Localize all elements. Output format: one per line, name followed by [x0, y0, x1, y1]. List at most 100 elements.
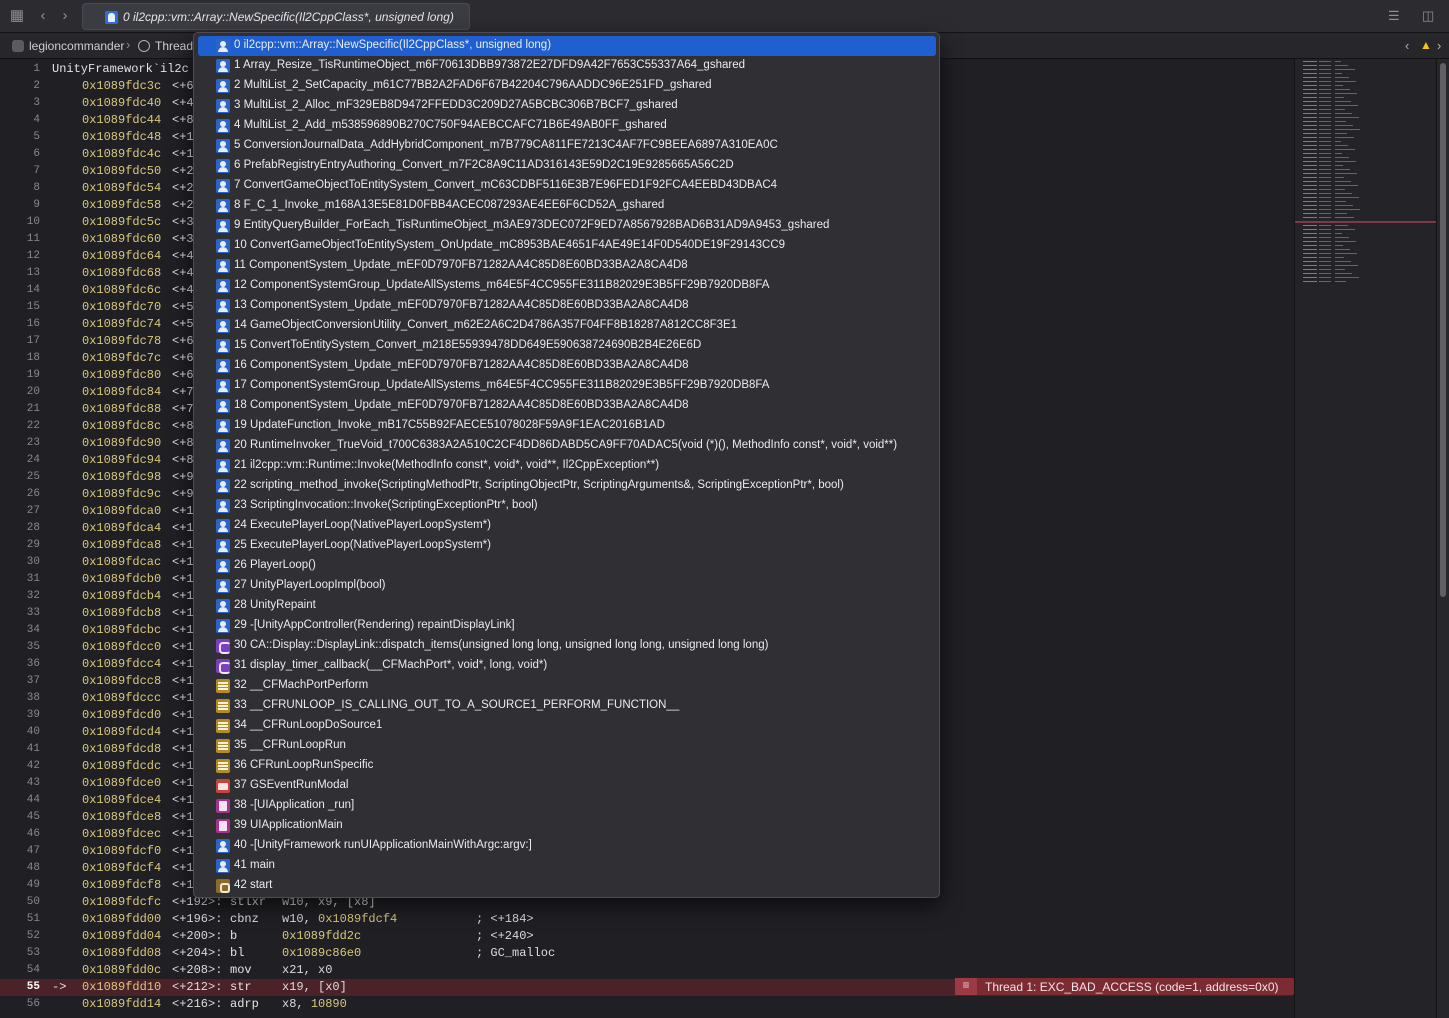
user-code-icon: [216, 859, 230, 873]
minimap-line: [1303, 273, 1317, 274]
line-number: 13: [26, 267, 40, 279]
breadcrumb-thread[interactable]: Thread: [155, 39, 193, 53]
minimap-line: [1319, 169, 1331, 170]
stack-frame-item[interactable]: 12 ComponentSystemGroup_UpdateAllSystems…: [198, 276, 936, 296]
stack-frame-item[interactable]: 26 PlayerLoop(): [198, 556, 936, 576]
minimap[interactable]: [1294, 59, 1436, 1018]
instruction-offset: <+2: [172, 181, 194, 195]
minimap-line: [1303, 161, 1317, 162]
code-line[interactable]: 51 0x1089fdd00 <+196>: cbnz w10, 0x1089fdcf4…: [0, 911, 1293, 928]
stack-frame-item[interactable]: 18 ComponentSystem_Update_mEF0D7970FB712…: [198, 396, 936, 416]
stack-frame-item[interactable]: 31 display_timer_callback(__CFMachPort*,…: [198, 656, 936, 676]
stack-frame-item[interactable]: 20 RuntimeInvoker_TrueVoid_t700C6383A2A5…: [198, 436, 936, 456]
corefoundation-icon: [216, 699, 230, 713]
instruction-address: 0x1089fdd00: [82, 912, 162, 926]
instruction-address: 0x1089fdc5c: [82, 215, 162, 229]
stack-frame-item[interactable]: 40 -[UnityFramework runUIApplicationMain…: [198, 836, 936, 856]
stack-frame-item[interactable]: 9 EntityQueryBuilder_ForEach_TisRuntimeO…: [198, 216, 936, 236]
stack-frame-selected[interactable]: 0 il2cpp::vm::Array::NewSpecific(Il2CppC…: [198, 36, 936, 56]
stack-frame-item[interactable]: 22 scripting_method_invoke(ScriptingMeth…: [198, 476, 936, 496]
stack-frame-item[interactable]: 16 ComponentSystem_Update_mEF0D7970FB712…: [198, 356, 936, 376]
stack-frame-item[interactable]: 42 start: [198, 876, 936, 896]
stack-frame-item[interactable]: 11 ComponentSystem_Update_mEF0D7970FB712…: [198, 256, 936, 276]
chevron-left-icon[interactable]: ‹: [34, 7, 52, 25]
stack-frame-item[interactable]: 10 ConvertGameObjectToEntitySystem_OnUpd…: [198, 236, 936, 256]
minimap-line: [1303, 157, 1317, 158]
stack-frame-label: 34 __CFRunLoopDoSource1: [234, 719, 383, 731]
line-number: 32: [26, 590, 40, 602]
stack-frame-item[interactable]: 34 __CFRunLoopDoSource1: [198, 716, 936, 736]
warning-icon[interactable]: ▲: [1420, 38, 1432, 52]
stack-frame-item[interactable]: 35 __CFRunLoopRun: [198, 736, 936, 756]
minimap-line: [1319, 273, 1331, 274]
stack-frame-item[interactable]: 39 UIApplicationMain: [198, 816, 936, 836]
stack-frame-item[interactable]: 30 CA::Display::DisplayLink::dispatch_it…: [198, 636, 936, 656]
stack-frame-item[interactable]: 21 il2cpp::vm::Runtime::Invoke(MethodInf…: [198, 456, 936, 476]
stack-frame-item[interactable]: 14 GameObjectConversionUtility_Convert_m…: [198, 316, 936, 336]
minimap-line: [1335, 181, 1351, 182]
line-number: 2: [33, 80, 40, 92]
stack-frame-item[interactable]: 24 ExecutePlayerLoop(NativePlayerLoopSys…: [198, 516, 936, 536]
user-code-icon: [216, 359, 230, 373]
stack-frame-menu[interactable]: 0 il2cpp::vm::Array::NewSpecific(Il2CppC…: [193, 32, 940, 898]
stack-frame-item[interactable]: 36 CFRunLoopRunSpecific: [198, 756, 936, 776]
stack-frame-item[interactable]: 15 ConvertToEntitySystem_Convert_m218E55…: [198, 336, 936, 356]
stack-frame-item[interactable]: 4 MultiList_2_Add_m538596890B270C750F94A…: [198, 116, 936, 136]
next-issue-icon[interactable]: ›: [1437, 38, 1441, 53]
stack-frame-item[interactable]: 6 PrefabRegistryEntryAuthoring_Convert_m…: [198, 156, 936, 176]
stack-frame-item[interactable]: 3 MultiList_2_Alloc_mF329EB8D9472FFEDD3C…: [198, 96, 936, 116]
minimap-line: [1319, 165, 1331, 166]
stack-frame-item[interactable]: 33 __CFRUNLOOP_IS_CALLING_OUT_TO_A_SOURC…: [198, 696, 936, 716]
stack-frame-item[interactable]: 1 Array_Resize_TisRuntimeObject_m6F70613…: [198, 56, 936, 76]
stack-frame-item[interactable]: 23 ScriptingInvocation::Invoke(Scripting…: [198, 496, 936, 516]
chevron-right-icon[interactable]: ›: [56, 7, 74, 25]
stack-frame-item[interactable]: 5 ConversionJournalData_AddHybridCompone…: [198, 136, 936, 156]
scrollbar-thumb[interactable]: [1440, 63, 1446, 597]
line-number: 23: [26, 437, 40, 449]
split-editor-icon[interactable]: ◫: [1422, 8, 1434, 24]
line-number: 31: [26, 573, 40, 585]
stack-frame-item[interactable]: 13 ComponentSystem_Update_mEF0D7970FB712…: [198, 296, 936, 316]
stack-frame-item[interactable]: 7 ConvertGameObjectToEntitySystem_Conver…: [198, 176, 936, 196]
stack-frame-label: 32 __CFMachPortPerform: [234, 679, 369, 691]
editor-tab[interactable]: 0 il2cpp::vm::Array::NewSpecific(Il2CppC…: [82, 3, 470, 30]
minimap-line: [1319, 101, 1331, 102]
user-code-icon: [216, 619, 230, 633]
user-code-icon: [216, 399, 230, 413]
stack-frame-item[interactable]: 25 ExecutePlayerLoop(NativePlayerLoopSys…: [198, 536, 936, 556]
code-line[interactable]: 52 0x1089fdd04 <+200>: b 0x1089fdd2c ; <+240>: [0, 928, 1293, 945]
line-number: 5: [33, 131, 40, 143]
stack-frame-item[interactable]: 28 UnityRepaint: [198, 596, 936, 616]
minimap-line: [1335, 85, 1343, 86]
stack-frame-item[interactable]: 2 MultiList_2_SetCapacity_m61C77BB2A2FAD…: [198, 76, 936, 96]
editor-options-icon[interactable]: ☰: [1388, 8, 1400, 24]
stack-frame-item[interactable]: 17 ComponentSystemGroup_UpdateAllSystems…: [198, 376, 936, 396]
vertical-scrollbar[interactable]: [1436, 59, 1449, 1018]
stack-frame-item[interactable]: 19 UpdateFunction_Invoke_mB17C55B92FAECE…: [198, 416, 936, 436]
code-line[interactable]: 56 0x1089fdd14 <+216>: adrp x8, 10890: [0, 996, 1293, 1013]
stack-frame-item[interactable]: 27 UnityPlayerLoopImpl(bool): [198, 576, 936, 596]
minimap-line: [1303, 189, 1317, 190]
grid-icon[interactable]: ▦: [8, 7, 26, 25]
stack-frame-item[interactable]: 37 GSEventRunModal: [198, 776, 936, 796]
line-number: 4: [33, 114, 40, 126]
line-number: 15: [26, 301, 40, 313]
minimap-line: [1335, 213, 1347, 214]
minimap-line: [1335, 209, 1360, 210]
stack-frame-item[interactable]: 38 -[UIApplication _run]: [198, 796, 936, 816]
stack-frame-item[interactable]: 8 F_C_1_Invoke_m168A13E5E81D0FBB4ACEC087…: [198, 196, 936, 216]
previous-issue-icon[interactable]: ‹: [1405, 38, 1409, 53]
minimap-line: [1335, 169, 1350, 170]
stack-frame-item[interactable]: 29 -[UnityAppController(Rendering) repai…: [198, 616, 936, 636]
code-line[interactable]: 54 0x1089fdd0c <+208>: mov x21, x0: [0, 962, 1293, 979]
stack-frame-label: 3 MultiList_2_Alloc_mF329EB8D9472FFEDD3C…: [234, 99, 678, 111]
exception-badge[interactable]: ≡ Thread 1: EXC_BAD_ACCESS (code=1, addr…: [955, 978, 1294, 995]
minimap-line: [1319, 253, 1331, 254]
stack-frame-item[interactable]: 32 __CFMachPortPerform: [198, 676, 936, 696]
code-line[interactable]: 53 0x1089fdd08 <+204>: bl 0x1089c86e0 ; GC_ma…: [0, 945, 1293, 962]
breadcrumb-project[interactable]: legioncommander: [29, 39, 124, 53]
minimap-line: [1319, 97, 1331, 98]
instruction-address: 0x1089fdcb8: [82, 606, 162, 620]
minimap-line: [1303, 233, 1317, 234]
stack-frame-item[interactable]: 41 main: [198, 856, 936, 876]
